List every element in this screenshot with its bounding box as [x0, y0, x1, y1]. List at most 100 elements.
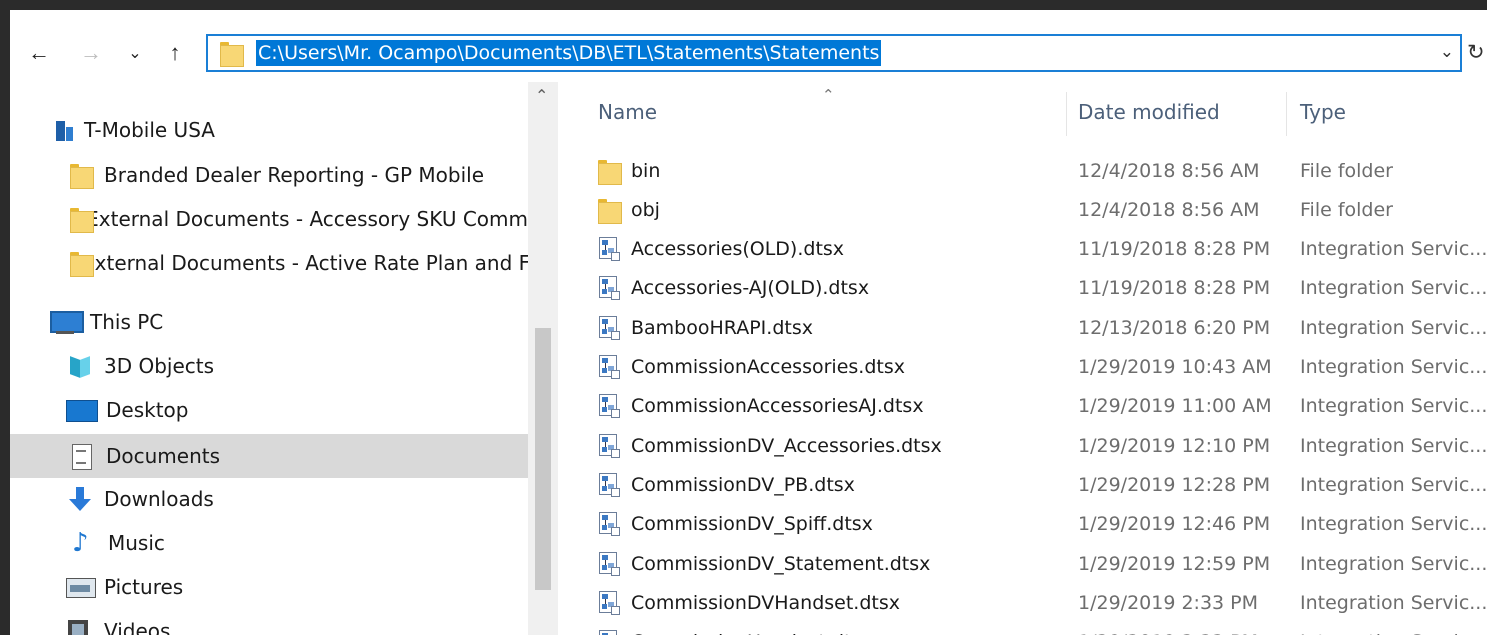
file-row[interactable]: CommissionDV_PB.dtsx 1/29/2019 12:28 PM In…	[558, 465, 1487, 504]
file-name-cell[interactable]: CommissionAccessoriesAJ.dtsx	[598, 387, 924, 426]
file-name-cell[interactable]: CommissionDV_Accessories.dtsx	[598, 426, 942, 465]
file-explorer-window: ← → ⌄ ↑ C:\Users\Mr. Ocampo\Documents\DB…	[10, 10, 1487, 635]
file-row[interactable]: CommissionDV_Spiff.dtsx 1/29/2019 12:46 P…	[558, 505, 1487, 544]
file-name-cell[interactable]: CommissionDV_Spiff.dtsx	[598, 505, 873, 544]
nav-item-label: Downloads	[104, 487, 214, 511]
desktop-icon	[66, 398, 98, 422]
file-row[interactable]: Accessories-AJ(OLD).dtsx 11/19/2018 8:28 …	[558, 269, 1487, 308]
forward-button[interactable]: →	[76, 38, 106, 68]
file-type: Integration Servic...	[1300, 623, 1487, 635]
folder-icon	[220, 40, 244, 67]
file-row[interactable]: CommissionDV_Statement.dtsx 1/29/2019 12:…	[558, 544, 1487, 583]
navigation-bar: ← → ⌄ ↑ C:\Users\Mr. Ocampo\Documents\DB…	[10, 10, 1487, 82]
address-path-text[interactable]: C:\Users\Mr. Ocampo\Documents\DB\ETL\Sta…	[256, 40, 882, 66]
address-bar[interactable]: C:\Users\Mr. Ocampo\Documents\DB\ETL\Sta…	[206, 34, 1462, 72]
column-divider[interactable]	[1286, 92, 1287, 136]
back-button[interactable]: ←	[24, 38, 54, 68]
nav-item-label: Pictures	[104, 575, 184, 599]
file-list: ⌃ Name Date modified Type bin 12/4/2018 8…	[558, 82, 1487, 635]
folder-icon	[598, 158, 622, 185]
column-divider[interactable]	[1066, 92, 1067, 136]
file-type: Integration Servic...	[1300, 513, 1487, 536]
file-name-cell[interactable]: CommissionDV_PB.dtsx	[598, 465, 855, 504]
nav-item-documents[interactable]: Documents	[10, 434, 528, 478]
file-name-cell[interactable]: BambooHRAPI.dtsx	[598, 308, 813, 347]
nav-item-external-documents-accessory[interactable]: External Documents - Accessory SKU Comm	[10, 199, 528, 239]
file-date-modified: 12/4/2018 8:56 AM	[1078, 198, 1260, 221]
file-name-cell[interactable]: obj	[598, 190, 660, 229]
cube-icon	[66, 352, 94, 380]
file-name-cell[interactable]: CommissionAccessories.dtsx	[598, 348, 905, 387]
nav-pane-scrollbar[interactable]: ⌃	[528, 82, 558, 635]
nav-item-branded-dealer-reporting[interactable]: Branded Dealer Reporting - GP Mobile	[10, 155, 528, 195]
nav-item-3d-objects[interactable]: 3D Objects	[10, 346, 528, 386]
address-dropdown-icon[interactable]: ⌄	[1440, 42, 1454, 62]
nav-item-label: Documents	[106, 444, 221, 468]
file-row[interactable]: CommissionAccessories.dtsx 1/29/2019 10:4…	[558, 348, 1487, 387]
file-type: File folder	[1300, 159, 1393, 182]
file-name: CommissionDV_Statement.dtsx	[631, 552, 931, 575]
refresh-icon[interactable]: ↻	[1467, 40, 1485, 65]
nav-item-downloads[interactable]: Downloads	[10, 479, 528, 519]
file-type: Integration Servic...	[1300, 356, 1487, 378]
folder-icon	[598, 197, 622, 224]
nav-item-videos[interactable]: Videos	[10, 611, 528, 635]
ssis-package-icon	[598, 590, 620, 615]
file-type: File folder	[1300, 198, 1393, 221]
column-header-date-modified[interactable]: Date modified	[1078, 100, 1220, 124]
ssis-package-icon	[598, 433, 620, 458]
ssis-package-icon	[598, 512, 620, 537]
column-header-type[interactable]: Type	[1300, 100, 1346, 124]
recent-locations-button[interactable]: ⌄	[124, 38, 146, 68]
nav-item-pictures[interactable]: Pictures	[10, 567, 528, 607]
file-name-cell[interactable]: CommissionDV_Statement.dtsx	[598, 544, 930, 583]
nav-item-label: 3D Objects	[104, 354, 215, 378]
file-row[interactable]: BambooHRAPI.dtsx 12/13/2018 6:20 PM Integr…	[558, 308, 1487, 347]
file-date-modified: 11/19/2018 8:28 PM	[1078, 277, 1271, 300]
file-row[interactable]: CommissionDVHandset.dtsx 1/29/2019 2:33 P…	[558, 583, 1487, 622]
file-name: CommissionHandset.dtsx	[631, 631, 873, 635]
back-arrow-icon: ←	[28, 40, 50, 65]
videos-icon	[66, 618, 90, 635]
file-name: obj	[631, 198, 660, 221]
file-name: CommissionDV_Accessories.dtsx	[631, 434, 942, 457]
file-name-cell[interactable]: CommissionDVHandset.dtsx	[598, 583, 900, 622]
file-type: Integration Servic...	[1300, 552, 1487, 575]
file-date-modified: 12/13/2018 6:20 PM	[1078, 316, 1271, 339]
file-name-cell[interactable]: bin	[598, 151, 660, 190]
sort-ascending-icon: ⌃	[822, 87, 835, 104]
file-name: CommissionDV_Spiff.dtsx	[631, 513, 873, 536]
file-name: bin	[631, 159, 661, 182]
up-button[interactable]: ↑	[160, 38, 190, 68]
nav-item-t-mobile-usa[interactable]: T-Mobile USA	[10, 110, 528, 150]
nav-item-desktop[interactable]: Desktop	[10, 390, 528, 430]
file-name-cell[interactable]: Accessories-AJ(OLD).dtsx	[598, 269, 869, 308]
file-name: Accessories(OLD).dtsx	[631, 238, 845, 261]
file-row[interactable]: Accessories(OLD).dtsx 11/19/2018 8:28 PM I…	[558, 230, 1487, 269]
documents-icon	[70, 443, 92, 470]
ssis-package-icon	[598, 394, 620, 419]
nav-item-label: Desktop	[106, 398, 189, 422]
file-row[interactable]: CommissionDV_Accessories.dtsx 1/29/2019 1…	[558, 426, 1487, 465]
file-type: Integration Servic...	[1300, 277, 1487, 300]
file-date-modified: 1/29/2019 2:22 PM	[1078, 623, 1258, 635]
file-date-modified: 1/29/2019 11:00 AM	[1078, 395, 1272, 418]
scroll-up-icon[interactable]: ⌃	[535, 86, 548, 106]
nav-item-label: External Documents - Accessory SKU Comm	[86, 207, 528, 231]
file-name-cell[interactable]: CommissionHandset.dtsx	[598, 623, 873, 635]
nav-item-label: This PC	[90, 310, 164, 334]
scrollbar-thumb[interactable]	[535, 328, 551, 590]
file-row[interactable]: CommissionHandset.dtsx 1/29/2019 2:22 PM I…	[558, 623, 1487, 635]
file-name: CommissionDV_PB.dtsx	[631, 473, 855, 496]
file-row[interactable]: obj 12/4/2018 8:56 AM File folder	[558, 190, 1487, 229]
file-name-cell[interactable]: Accessories(OLD).dtsx	[598, 230, 844, 269]
folder-icon	[70, 162, 94, 189]
file-row[interactable]: bin 12/4/2018 8:56 AM File folder	[558, 151, 1487, 190]
file-type: Integration Servic...	[1300, 591, 1487, 614]
nav-item-this-pc[interactable]: This PC	[10, 302, 528, 342]
file-row[interactable]: CommissionAccessoriesAJ.dtsx 1/29/2019 11…	[558, 387, 1487, 426]
nav-item-music[interactable]: ♪ Music	[10, 523, 528, 563]
file-name: CommissionAccessoriesAJ.dtsx	[631, 395, 924, 418]
nav-item-external-documents-active-rate[interactable]: External Documents - Active Rate Plan an…	[10, 243, 528, 283]
column-header-name[interactable]: Name	[598, 100, 657, 124]
